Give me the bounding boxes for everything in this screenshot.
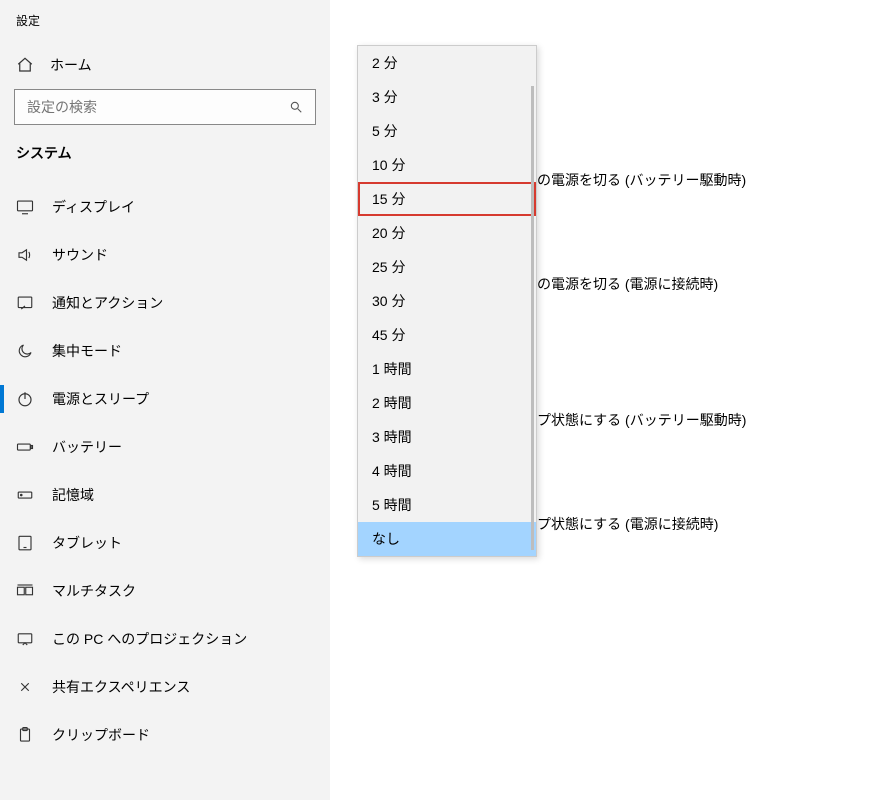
nav-label: 集中モード — [52, 341, 122, 361]
search-input[interactable] — [27, 99, 289, 115]
dropdown-option[interactable]: 1 時間 — [358, 352, 536, 386]
category-label: システム — [0, 143, 330, 177]
power-icon — [16, 390, 34, 408]
nav-label: 共有エクスペリエンス — [52, 677, 190, 697]
nav-item-display[interactable]: ディスプレイ — [0, 183, 330, 231]
dropdown-option[interactable]: 15 分 — [358, 182, 536, 216]
dropdown-list: 2 分3 分5 分10 分15 分20 分25 分30 分45 分1 時間2 時… — [358, 46, 536, 556]
speaker-icon — [16, 246, 34, 264]
time-dropdown[interactable]: 2 分3 分5 分10 分15 分20 分25 分30 分45 分1 時間2 時… — [357, 45, 537, 557]
nav-item-shared[interactable]: 共有エクスペリエンス — [0, 663, 330, 711]
nav-item-sound[interactable]: サウンド — [0, 231, 330, 279]
nav-item-clipboard[interactable]: クリップボード — [0, 711, 330, 759]
dropdown-option[interactable]: 25 分 — [358, 250, 536, 284]
dropdown-option[interactable]: 45 分 — [358, 318, 536, 352]
nav-item-tablet[interactable]: タブレット — [0, 519, 330, 567]
dropdown-option[interactable]: 20 分 — [358, 216, 536, 250]
share-icon — [16, 678, 34, 696]
app-title: 設定 — [0, 12, 330, 47]
nav-label: ディスプレイ — [52, 197, 135, 217]
monitor-icon — [16, 198, 34, 216]
setting-label: の電源を切る (バッテリー駆動時) — [537, 148, 877, 212]
nav-item-multitask[interactable]: マルチタスク — [0, 567, 330, 615]
setting-label: プ状態にする (電源に接続時) — [537, 492, 877, 556]
nav-label: タブレット — [52, 533, 122, 553]
dropdown-option[interactable]: 3 時間 — [358, 420, 536, 454]
dropdown-option[interactable]: 2 時間 — [358, 386, 536, 420]
clipboard-icon — [16, 726, 34, 744]
sidebar: 設定 ホーム システム ディスプレイ サウンド — [0, 0, 330, 800]
dropdown-option[interactable]: なし — [358, 522, 536, 556]
search-icon — [289, 100, 303, 114]
nav-item-notifications[interactable]: 通知とアクション — [0, 279, 330, 327]
nav-label: 通知とアクション — [52, 293, 163, 313]
home-link[interactable]: ホーム — [0, 47, 330, 89]
battery-icon — [16, 438, 34, 456]
dropdown-option[interactable]: 2 分 — [358, 46, 536, 80]
dropdown-option[interactable]: 3 分 — [358, 80, 536, 114]
tablet-icon — [16, 534, 34, 552]
dropdown-option[interactable]: 5 分 — [358, 114, 536, 148]
nav-item-storage[interactable]: 記憶域 — [0, 471, 330, 519]
notification-icon — [16, 294, 34, 312]
home-label: ホーム — [50, 55, 92, 75]
dropdown-option[interactable]: 5 時間 — [358, 488, 536, 522]
multitask-icon — [16, 582, 34, 600]
nav-item-projection[interactable]: この PC へのプロジェクション — [0, 615, 330, 663]
dropdown-option[interactable]: 4 時間 — [358, 454, 536, 488]
setting-label: プ状態にする (バッテリー駆動時) — [537, 388, 877, 452]
projection-icon — [16, 630, 34, 648]
nav-label: バッテリー — [52, 437, 122, 457]
nav-label: クリップボード — [52, 725, 150, 745]
nav-label: サウンド — [52, 245, 108, 265]
moon-icon — [16, 342, 34, 360]
nav-item-battery[interactable]: バッテリー — [0, 423, 330, 471]
setting-label: の電源を切る (電源に接続時) — [537, 252, 877, 316]
search-box[interactable] — [14, 89, 316, 125]
storage-icon — [16, 486, 34, 504]
dropdown-option[interactable]: 30 分 — [358, 284, 536, 318]
home-icon — [16, 56, 34, 74]
scrollbar[interactable] — [531, 86, 534, 550]
nav-label: 記憶域 — [52, 485, 94, 505]
nav-item-focus[interactable]: 集中モード — [0, 327, 330, 375]
nav-label: この PC へのプロジェクション — [52, 629, 247, 649]
nav-label: マルチタスク — [52, 581, 136, 601]
dropdown-option[interactable]: 10 分 — [358, 148, 536, 182]
nav-label: 電源とスリープ — [52, 389, 149, 409]
nav-item-power[interactable]: 電源とスリープ — [0, 375, 330, 423]
nav-list: ディスプレイ サウンド 通知とアクション 集中モード 電源とスリープ — [0, 177, 330, 759]
